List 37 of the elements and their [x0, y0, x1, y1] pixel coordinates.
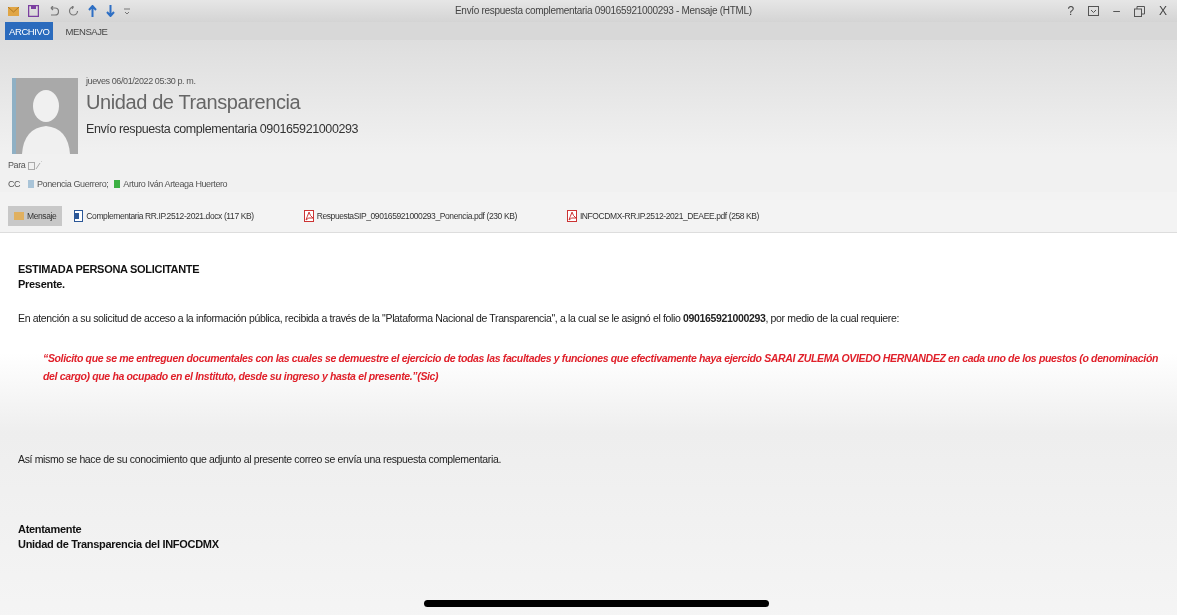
pdf-icon: [566, 210, 577, 222]
redo-icon[interactable]: [68, 5, 79, 17]
cc-recipient[interactable]: Arturo Iván Arteaga Huertero: [123, 179, 228, 189]
minimize-button[interactable]: –: [1111, 4, 1122, 18]
sender-name: Unidad de Transparencia: [86, 91, 302, 114]
cc-recipient[interactable]: Ponencia Guerrero;: [37, 179, 109, 189]
body-paragraph: En atención a su solicitud de acceso a la información pública, recibida a través de la "Plataforma Nacional de Transparencia", a la cual se le asignó el folio 090165921000293, por medio de la cual requiere:: [18, 312, 900, 324]
attachment-link[interactable]: Complementaria RR.IP.2512-2021.docx (117 KB): [68, 206, 260, 226]
body-paragraph: Así mismo se hace de su conocimiento que adjunto al presente correo se envía una respuesta complementaria.: [18, 453, 502, 465]
greeting-text: ESTIMADA PERSONA SOLICITANTE: [18, 263, 201, 275]
customize-icon[interactable]: [124, 7, 130, 15]
restore-icon[interactable]: [1134, 5, 1145, 17]
window-title: Envío respuesta complementaria 090165921000293 - Mensaje (HTML): [455, 5, 752, 16]
recipient-icon: [28, 160, 42, 170]
envelope-icon[interactable]: [8, 6, 19, 16]
document-icon: [74, 210, 84, 222]
signature-text: Unidad de Transparencia del INFOCDMX: [18, 538, 220, 550]
greeting-text: Presente.: [18, 278, 66, 290]
sent-date: jueves 06/01/2022 05:30 p. m.: [86, 76, 197, 86]
cc-label: CC: [8, 179, 22, 189]
close-button[interactable]: X: [1157, 4, 1169, 18]
undo-icon[interactable]: [48, 5, 59, 17]
ribbon-tab[interactable]: MENSAJE: [61, 22, 112, 40]
quoted-request: “Solicito que se me entreguen documentales con las cuales se demuestre el ejercicio de todas las facultades y funciones que efectivamente haya ejercido SARAI ZULEMA OVIEDO HERNANDEZ en cada uno de los puestos (o denominación del cargo) que ha ocupado en el Instituto, desde su ingreso y hasta el presente.”(Sic): [43, 351, 1159, 384]
ribbon-tab[interactable]: ARCHIVO: [5, 22, 54, 40]
signature-text: Atentamente: [18, 523, 83, 535]
message-tab[interactable]: Mensaje: [8, 206, 63, 226]
help-button[interactable]: ?: [1065, 4, 1077, 18]
subject-text: Envío respuesta complementaria 090165921000293: [86, 122, 359, 136]
ribbon-options-icon[interactable]: [1088, 6, 1100, 16]
save-icon[interactable]: [28, 5, 39, 17]
up-arrow-icon[interactable]: [88, 5, 97, 17]
down-arrow-icon[interactable]: [106, 5, 115, 17]
envelope-icon: [14, 212, 24, 220]
pdf-icon: [303, 210, 314, 222]
attachment-link[interactable]: INFOCDMX-RR.IP.2512-2021_DEAEE.pdf (258 KB): [560, 206, 766, 226]
attachment-link[interactable]: RespuestaSIP_090165921000293_Ponencia.pdf (230 KB): [297, 206, 523, 226]
